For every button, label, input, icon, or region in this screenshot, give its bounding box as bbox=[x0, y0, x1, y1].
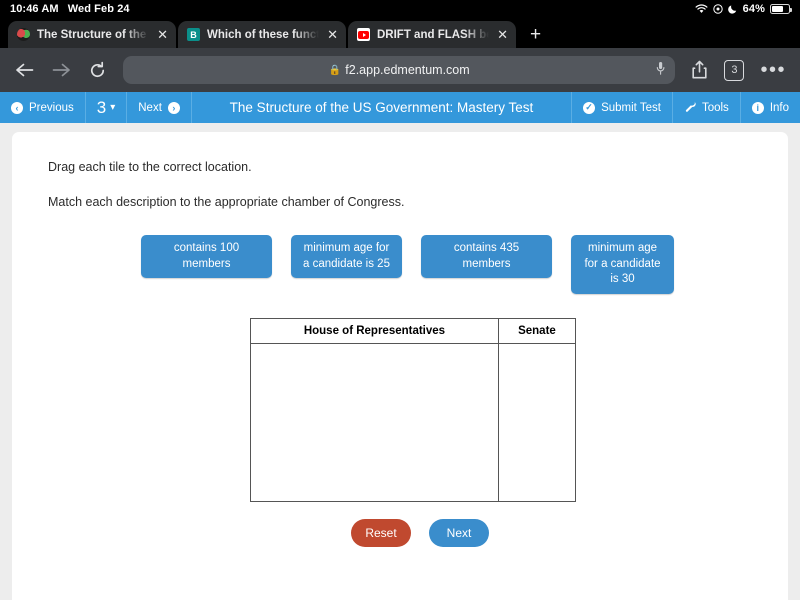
drop-zone-house[interactable] bbox=[251, 343, 499, 501]
status-time: 10:46 AM bbox=[10, 3, 59, 15]
chevron-down-icon: ▾ bbox=[110, 102, 115, 113]
location-icon bbox=[713, 4, 723, 14]
battery-icon bbox=[770, 4, 790, 14]
page-background: Drag each tile to the correct location. … bbox=[0, 123, 800, 600]
tools-button[interactable]: Tools bbox=[673, 92, 741, 123]
brainly-favicon: B bbox=[187, 28, 200, 41]
status-date: Wed Feb 24 bbox=[68, 3, 130, 15]
question-card: Drag each tile to the correct location. … bbox=[12, 132, 788, 600]
reset-button[interactable]: Reset bbox=[351, 519, 411, 547]
forward-button[interactable] bbox=[51, 61, 72, 79]
submit-label: Submit Test bbox=[601, 102, 661, 114]
tab-title: DRIFT and FLASH becon bbox=[377, 29, 489, 41]
chevron-right-icon: › bbox=[168, 102, 180, 114]
next-button-toolbar[interactable]: Next › bbox=[127, 92, 192, 123]
reload-icon[interactable] bbox=[88, 61, 107, 80]
instruction-match: Match each description to the appropriat… bbox=[48, 195, 752, 209]
browser-tab-strip: The Structure of the US ✕ B Which of the… bbox=[0, 18, 800, 48]
url-text: f2.app.edmentum.com bbox=[345, 63, 469, 77]
previous-button[interactable]: ‹ Previous bbox=[0, 92, 86, 123]
action-buttons: Reset Next bbox=[88, 519, 752, 547]
new-tab-button[interactable]: + bbox=[518, 25, 551, 48]
tab-title: The Structure of the US bbox=[37, 29, 149, 41]
tile-tray: contains 100 members minimum age for a c… bbox=[48, 235, 752, 294]
browser-toolbar: 🔒 f2.app.edmentum.com 3 ••• bbox=[0, 48, 800, 92]
browser-tab-3[interactable]: DRIFT and FLASH becon ✕ bbox=[348, 21, 516, 48]
close-icon[interactable]: ✕ bbox=[156, 28, 169, 41]
back-button[interactable] bbox=[14, 61, 35, 79]
browser-tab-2[interactable]: B Which of these function ✕ bbox=[178, 21, 346, 48]
edmentum-favicon bbox=[17, 28, 30, 41]
info-label: Info bbox=[770, 102, 789, 114]
ipad-status-bar: 10:46 AM Wed Feb 24 64% bbox=[0, 0, 800, 18]
more-options-button[interactable]: ••• bbox=[760, 64, 786, 76]
close-icon[interactable]: ✕ bbox=[326, 28, 339, 41]
next-label: Next bbox=[138, 102, 162, 114]
address-bar[interactable]: 🔒 f2.app.edmentum.com bbox=[123, 56, 675, 84]
microphone-icon[interactable] bbox=[656, 61, 665, 79]
drag-tile[interactable]: minimum age for a candidate is 25 bbox=[291, 235, 402, 278]
drop-zone-senate[interactable] bbox=[498, 343, 575, 501]
page-number-dropdown[interactable]: 3 ▾ bbox=[86, 92, 128, 123]
moon-icon bbox=[728, 4, 738, 14]
chamber-drop-table: House of Representatives Senate bbox=[250, 318, 576, 502]
submit-test-button[interactable]: ✓ Submit Test bbox=[572, 92, 673, 123]
drag-tile[interactable]: minimum age for a candidate is 30 bbox=[571, 235, 674, 294]
lock-icon: 🔒 bbox=[329, 65, 341, 76]
previous-label: Previous bbox=[29, 102, 74, 114]
wifi-icon bbox=[695, 4, 708, 14]
column-header-senate: Senate bbox=[498, 318, 575, 343]
page-number: 3 bbox=[97, 98, 106, 118]
column-header-house: House of Representatives bbox=[251, 318, 499, 343]
youtube-favicon bbox=[357, 28, 370, 41]
next-button[interactable]: Next bbox=[429, 519, 489, 547]
drag-tile[interactable]: contains 435 members bbox=[421, 235, 552, 278]
tab-title: Which of these function bbox=[207, 29, 319, 41]
share-icon[interactable] bbox=[691, 60, 708, 80]
test-title: The Structure of the US Government: Mast… bbox=[192, 92, 572, 123]
info-icon: i bbox=[752, 102, 764, 114]
chevron-left-icon: ‹ bbox=[11, 102, 23, 114]
table-header-row: House of Representatives Senate bbox=[251, 318, 576, 343]
info-button[interactable]: i Info bbox=[741, 92, 800, 123]
tab-count-button[interactable]: 3 bbox=[724, 60, 744, 81]
table-row bbox=[251, 343, 576, 501]
check-icon: ✓ bbox=[583, 102, 595, 114]
browser-tab-1[interactable]: The Structure of the US ✕ bbox=[8, 21, 176, 48]
close-icon[interactable]: ✕ bbox=[496, 28, 509, 41]
instruction-drag: Drag each tile to the correct location. bbox=[48, 160, 752, 174]
tools-label: Tools bbox=[702, 102, 729, 114]
wrench-icon bbox=[684, 100, 696, 115]
battery-percent: 64% bbox=[743, 3, 765, 15]
drag-tile[interactable]: contains 100 members bbox=[141, 235, 272, 278]
edmentum-toolbar: ‹ Previous 3 ▾ Next › The Structure of t… bbox=[0, 92, 800, 123]
